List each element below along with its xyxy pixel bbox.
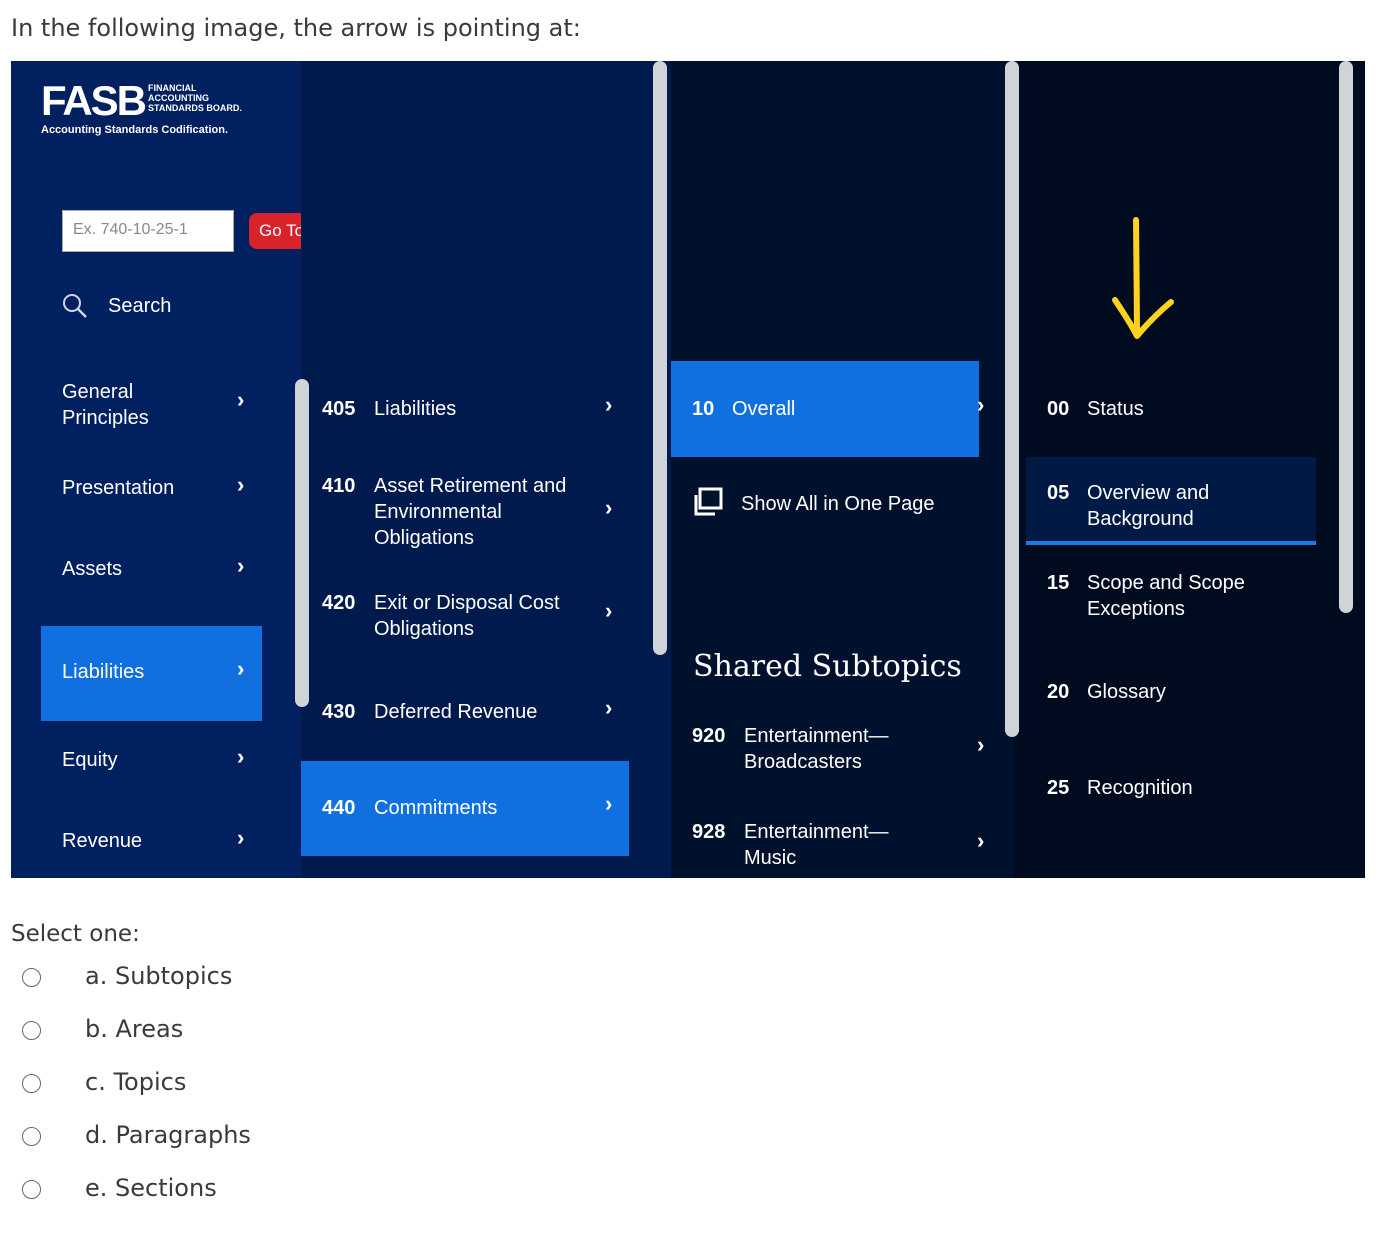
radio-button[interactable] xyxy=(22,1074,41,1093)
radio-button[interactable] xyxy=(22,1180,41,1199)
area-equity[interactable]: Equity › xyxy=(41,744,262,787)
subtopic-928[interactable]: 928 Entertainment— Music › xyxy=(692,819,985,875)
chevron-right-icon: › xyxy=(605,695,613,720)
select-one-label: Select one: xyxy=(11,921,140,947)
subtopics-column: 10 Overall › Show All in One Page Shared… xyxy=(671,61,1014,878)
topic-420[interactable]: 420 Exit or Disposal Cost Obligations › xyxy=(322,590,642,646)
topics-scrollbar[interactable] xyxy=(295,379,309,707)
topics-column: 405 Liabilities › 410 Asset Retirement a… xyxy=(295,61,671,878)
shared-subtopics-heading: Shared Subtopics xyxy=(693,649,962,684)
topic-410[interactable]: 410 Asset Retirement and Environmental O… xyxy=(322,473,642,553)
subtopic-920[interactable]: 920 Entertainment— Broadcasters › xyxy=(692,723,985,779)
section-25-recognition[interactable]: 25 Recognition xyxy=(1047,775,1307,801)
area-presentation[interactable]: Presentation › xyxy=(41,472,262,515)
sections-scrollbar[interactable] xyxy=(1339,61,1353,613)
search-label: Search xyxy=(108,294,172,317)
area-assets[interactable]: Assets › xyxy=(41,553,262,596)
sections-column: 00 Status 05 Overview and Background 15 … xyxy=(1005,61,1365,878)
question-text: In the following image, the arrow is poi… xyxy=(11,14,581,42)
chevron-right-icon: › xyxy=(605,392,613,417)
show-all-one-page[interactable]: Show All in One Page xyxy=(693,487,983,521)
chevron-right-icon: › xyxy=(237,553,245,578)
chevron-right-icon: › xyxy=(237,472,245,497)
chevron-right-icon: › xyxy=(977,392,985,417)
search-icon xyxy=(63,294,87,318)
topic-405[interactable]: 405 Liabilities › xyxy=(322,392,642,422)
pages-icon xyxy=(694,487,723,516)
chevron-right-icon: › xyxy=(605,495,613,520)
chevron-right-icon: › xyxy=(237,825,245,850)
subtopics-scrollbar[interactable] xyxy=(653,61,667,655)
area-liabilities[interactable]: Liabilities › xyxy=(41,626,262,721)
section-20-glossary[interactable]: 20 Glossary xyxy=(1047,679,1307,705)
topic-440[interactable]: 440 Commitments › xyxy=(322,791,642,821)
topic-430[interactable]: 430 Deferred Revenue › xyxy=(322,695,642,725)
chevron-right-icon: › xyxy=(237,656,245,681)
fasb-wordmark: FASB xyxy=(41,77,147,124)
goto-button[interactable]: Go To xyxy=(249,213,301,249)
codification-title: Accounting Standards Codification. xyxy=(41,124,229,136)
yellow-arrow-annotation xyxy=(1112,217,1174,339)
chevron-right-icon: › xyxy=(605,791,613,816)
chevron-right-icon: › xyxy=(977,732,985,757)
chevron-right-icon: › xyxy=(237,744,245,769)
goto-input[interactable]: Ex. 740-10-25-1 xyxy=(62,210,234,252)
section-00-status[interactable]: 00 Status xyxy=(1047,396,1307,422)
section-15-scope[interactable]: 15 Scope and Scope Exceptions xyxy=(1047,570,1307,626)
section-active-underline xyxy=(1026,541,1316,545)
radio-button[interactable] xyxy=(22,1127,41,1146)
section-05-overview[interactable]: 05 Overview and Background xyxy=(1047,480,1307,536)
subtopic-10-overall[interactable]: 10 Overall › xyxy=(692,392,984,422)
area-revenue[interactable]: Revenue › xyxy=(41,825,262,868)
chevron-right-icon: › xyxy=(977,828,985,853)
fasb-codification-screenshot: FASB FINANCIAL ACCOUNTING STANDARDS BOAR… xyxy=(11,61,1365,878)
search-link[interactable]: Search xyxy=(62,293,171,319)
fasb-board-text: FINANCIAL ACCOUNTING STANDARDS BOARD. xyxy=(148,83,242,113)
fasb-logo: FASB FINANCIAL ACCOUNTING STANDARDS BOAR… xyxy=(41,77,242,137)
chevron-right-icon: › xyxy=(237,387,245,412)
areas-column: FASB FINANCIAL ACCOUNTING STANDARDS BOAR… xyxy=(11,61,301,878)
area-general-principles[interactable]: General Principles › xyxy=(41,379,262,439)
radio-button[interactable] xyxy=(22,1021,41,1040)
radio-button[interactable] xyxy=(22,968,41,987)
chevron-right-icon: › xyxy=(605,598,613,623)
sections-left-scrollbar[interactable] xyxy=(1005,61,1019,737)
